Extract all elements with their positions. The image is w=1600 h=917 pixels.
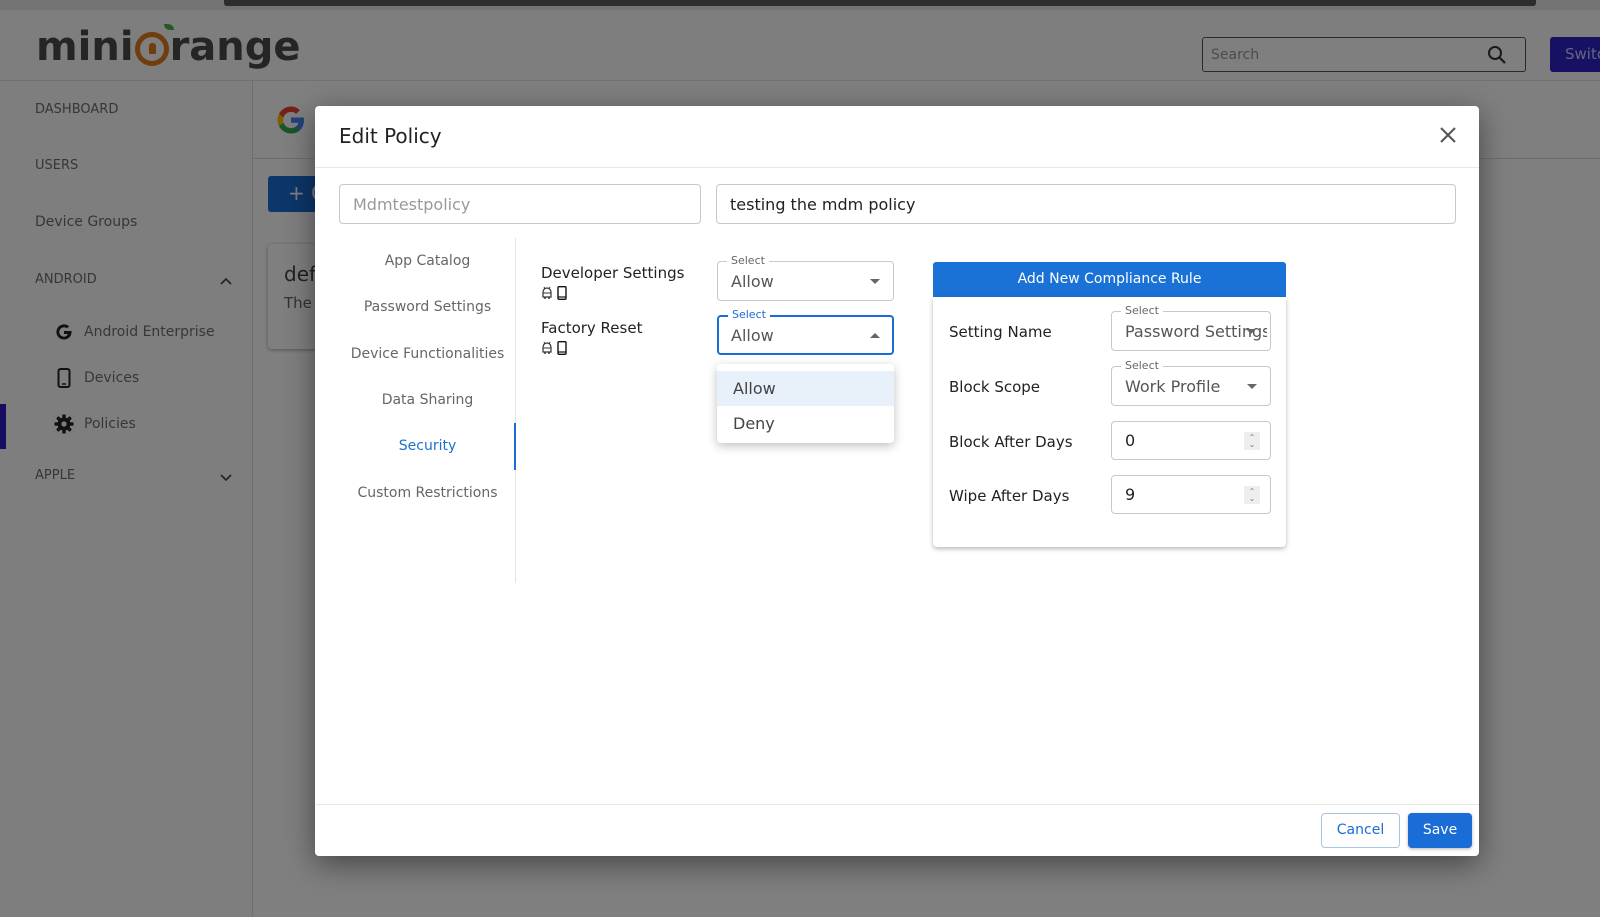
- wipe-after-days-label: Wipe After Days: [949, 487, 1070, 505]
- android-icon: [542, 341, 552, 354]
- block-scope-select[interactable]: Select Work Profile: [1111, 359, 1271, 406]
- tab-custom-restrictions[interactable]: Custom Restrictions: [339, 485, 516, 501]
- tab-active-indicator: [514, 423, 516, 470]
- cancel-button[interactable]: Cancel: [1321, 813, 1400, 848]
- number-spinner-icon[interactable]: ⌃ ⌄: [1244, 432, 1260, 450]
- policy-tabs: App Catalog Password Settings Device Fun…: [339, 238, 516, 583]
- option-allow[interactable]: Allow: [717, 371, 894, 406]
- android-icon: [542, 286, 552, 299]
- policy-name-input[interactable]: [340, 185, 700, 223]
- select-legend: Select: [1121, 304, 1163, 318]
- compliance-rule-card: Setting Name Select Password Settings Bl…: [933, 297, 1286, 547]
- block-after-days-input[interactable]: 0 ⌃ ⌄: [1111, 421, 1271, 460]
- select-value: Work Profile: [1125, 377, 1221, 396]
- select-legend: Select: [728, 308, 770, 322]
- developer-settings-platforms: [541, 286, 567, 300]
- number-spinner-icon[interactable]: ⌃ ⌄: [1244, 486, 1260, 504]
- tab-data-sharing[interactable]: Data Sharing: [339, 392, 516, 408]
- factory-reset-select[interactable]: Select Allow: [717, 308, 894, 355]
- edit-policy-modal: Edit Policy App Catalog Password Setting…: [315, 106, 1479, 856]
- select-legend: Select: [1121, 359, 1163, 373]
- save-button[interactable]: Save: [1408, 813, 1472, 848]
- tab-security[interactable]: Security: [339, 438, 516, 454]
- input-value: 0: [1125, 431, 1136, 450]
- close-icon[interactable]: [1437, 124, 1459, 146]
- modal-title: Edit Policy: [339, 124, 442, 148]
- dropdown-arrow-up-icon: [870, 333, 880, 338]
- factory-reset-options-menu: Allow Deny: [717, 364, 894, 443]
- dropdown-arrow-icon: [1246, 329, 1256, 334]
- policy-description-input[interactable]: [717, 185, 1455, 223]
- select-value: Allow: [731, 326, 774, 345]
- select-value: Allow: [731, 272, 774, 291]
- block-after-days-label: Block After Days: [949, 433, 1073, 451]
- select-legend: Select: [727, 254, 769, 268]
- phone-icon: [557, 341, 567, 355]
- setting-name-label: Setting Name: [949, 323, 1052, 341]
- developer-settings-label: Developer Settings: [541, 264, 685, 282]
- modal-header: Edit Policy: [315, 106, 1479, 168]
- tab-device-functionalities[interactable]: Device Functionalities: [339, 346, 516, 362]
- option-deny[interactable]: Deny: [717, 406, 894, 441]
- factory-reset-platforms: [541, 341, 567, 355]
- modal-footer: Cancel Save: [315, 804, 1479, 856]
- phone-icon: [557, 286, 567, 300]
- input-value: 9: [1125, 485, 1136, 504]
- add-compliance-rule-button[interactable]: Add New Compliance Rule: [933, 262, 1286, 297]
- dropdown-arrow-icon: [1247, 384, 1257, 389]
- policy-description-field: [716, 184, 1456, 224]
- tab-app-catalog[interactable]: App Catalog: [339, 253, 516, 269]
- dropdown-arrow-icon: [870, 279, 880, 284]
- tab-password-settings[interactable]: Password Settings: [339, 299, 516, 315]
- block-scope-label: Block Scope: [949, 378, 1041, 396]
- policy-name-field: [339, 184, 701, 224]
- factory-reset-label: Factory Reset: [541, 319, 643, 337]
- developer-settings-select[interactable]: Select Allow: [717, 254, 894, 301]
- setting-name-select[interactable]: Select Password Settings: [1111, 304, 1271, 351]
- wipe-after-days-input[interactable]: 9 ⌃ ⌄: [1111, 475, 1271, 514]
